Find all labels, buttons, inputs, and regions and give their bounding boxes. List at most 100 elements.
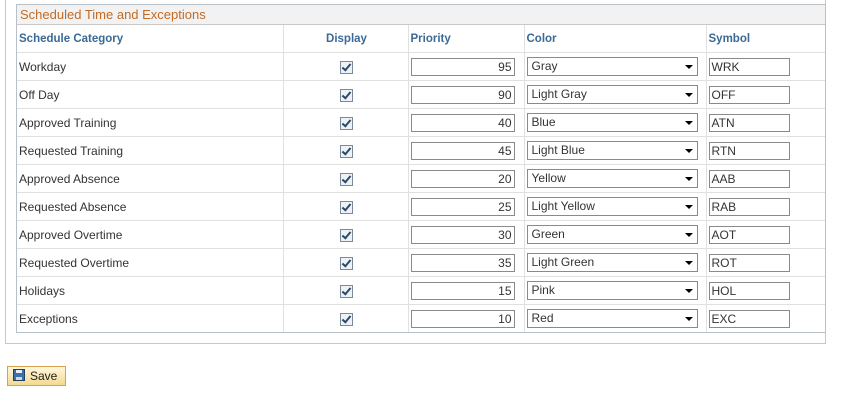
checkmark-icon bbox=[341, 117, 352, 128]
display-cell bbox=[283, 248, 409, 277]
color-select[interactable]: Light Blue bbox=[526, 141, 698, 160]
schedule-category-label: Workday bbox=[19, 59, 67, 74]
chevron-down-icon bbox=[684, 317, 693, 321]
symbol-input[interactable]: RTN bbox=[708, 141, 790, 160]
display-cell bbox=[283, 136, 409, 165]
symbol-input[interactable]: ATN bbox=[708, 113, 790, 132]
chevron-down-icon bbox=[684, 289, 693, 293]
display-cell bbox=[283, 52, 409, 81]
chevron-down-icon bbox=[684, 149, 693, 153]
table-row: Requested Training 45 Light Blue RTN bbox=[17, 136, 825, 165]
schedule-table: Schedule Category Display Priority Color… bbox=[17, 25, 825, 332]
display-checkbox[interactable] bbox=[340, 88, 353, 102]
display-checkbox[interactable] bbox=[340, 172, 353, 186]
color-select-value: Light Gray bbox=[531, 87, 587, 101]
symbol-input[interactable]: WRK bbox=[708, 57, 790, 76]
checkmark-icon bbox=[341, 61, 352, 72]
symbol-cell: AAB bbox=[706, 164, 825, 193]
display-checkbox[interactable] bbox=[340, 60, 353, 74]
header-display: Display bbox=[283, 25, 409, 53]
color-cell: Light Gray bbox=[524, 80, 707, 109]
save-button[interactable]: Save bbox=[7, 366, 66, 386]
color-select[interactable]: Light Gray bbox=[526, 85, 698, 104]
schedule-category-label: Approved Absence bbox=[19, 171, 120, 186]
color-select[interactable]: Yellow bbox=[526, 169, 698, 188]
symbol-input[interactable]: RAB bbox=[708, 197, 790, 216]
table-row: Holidays 15 Pink HOL bbox=[17, 276, 825, 305]
priority-input[interactable]: 20 bbox=[410, 169, 515, 188]
priority-cell: 10 bbox=[408, 304, 525, 332]
color-cell: Blue bbox=[524, 108, 707, 137]
checkmark-icon bbox=[341, 89, 352, 100]
table-header-row: Schedule Category Display Priority Color… bbox=[17, 25, 825, 53]
color-select-value: Red bbox=[531, 311, 554, 325]
checkmark-icon bbox=[341, 201, 352, 212]
color-select-value: Light Green bbox=[531, 255, 595, 269]
table-row: Approved Overtime 30 Green AOT bbox=[17, 220, 825, 249]
color-select-value: Light Yellow bbox=[531, 199, 595, 213]
table-row: Approved Absence 20 Yellow AAB bbox=[17, 164, 825, 193]
table-row: Requested Absence 25 Light Yellow RAB bbox=[17, 192, 825, 221]
symbol-input[interactable]: EXC bbox=[708, 309, 790, 328]
priority-input[interactable]: 10 bbox=[410, 309, 515, 328]
symbol-input[interactable]: OFF bbox=[708, 85, 790, 104]
schedule-category-cell: Requested Overtime bbox=[17, 248, 284, 277]
display-cell bbox=[283, 80, 409, 109]
symbol-cell: ATN bbox=[706, 108, 825, 137]
display-checkbox[interactable] bbox=[340, 284, 353, 298]
display-checkbox[interactable] bbox=[340, 228, 353, 242]
color-select[interactable]: Green bbox=[526, 225, 698, 244]
table-row: Exceptions 10 Red EXC bbox=[17, 304, 825, 332]
schedule-category-cell: Approved Training bbox=[17, 108, 284, 137]
priority-input[interactable]: 30 bbox=[410, 225, 515, 244]
display-checkbox[interactable] bbox=[340, 200, 353, 214]
color-select[interactable]: Light Green bbox=[526, 253, 698, 272]
chevron-down-icon bbox=[684, 205, 693, 209]
checkmark-icon bbox=[341, 285, 352, 296]
display-checkbox[interactable] bbox=[340, 144, 353, 158]
schedule-category-label: Requested Absence bbox=[19, 199, 127, 214]
schedule-category-label: Approved Overtime bbox=[19, 227, 123, 242]
display-cell bbox=[283, 276, 409, 305]
schedule-category-cell: Workday bbox=[17, 52, 284, 81]
priority-cell: 40 bbox=[408, 108, 525, 137]
color-select[interactable]: Blue bbox=[526, 113, 698, 132]
schedule-category-label: Approved Training bbox=[19, 115, 117, 130]
symbol-input[interactable]: ROT bbox=[708, 253, 790, 272]
priority-input[interactable]: 35 bbox=[410, 253, 515, 272]
display-checkbox[interactable] bbox=[340, 312, 353, 326]
symbol-input[interactable]: AAB bbox=[708, 169, 790, 188]
table-row: Requested Overtime 35 Light Green ROT bbox=[17, 248, 825, 277]
schedule-category-cell: Approved Absence bbox=[17, 164, 284, 193]
header-priority: Priority bbox=[408, 25, 525, 53]
symbol-input[interactable]: AOT bbox=[708, 225, 790, 244]
chevron-down-icon bbox=[684, 261, 693, 265]
priority-input[interactable]: 15 bbox=[410, 281, 515, 300]
color-select-value: Blue bbox=[531, 115, 556, 129]
symbol-input[interactable]: HOL bbox=[708, 281, 790, 300]
checkmark-icon bbox=[341, 313, 352, 324]
schedule-category-label: Exceptions bbox=[19, 311, 78, 326]
display-checkbox[interactable] bbox=[340, 116, 353, 130]
priority-input[interactable]: 45 bbox=[410, 141, 515, 160]
priority-input[interactable]: 95 bbox=[410, 57, 515, 76]
color-select[interactable]: Pink bbox=[526, 281, 698, 300]
color-select[interactable]: Red bbox=[526, 309, 698, 328]
symbol-cell: OFF bbox=[706, 80, 825, 109]
display-checkbox[interactable] bbox=[340, 256, 353, 270]
color-select-value: Light Blue bbox=[531, 143, 585, 157]
checkmark-icon bbox=[341, 229, 352, 240]
table-row: Approved Training 40 Blue ATN bbox=[17, 108, 825, 137]
color-select[interactable]: Gray bbox=[526, 57, 698, 76]
priority-input[interactable]: 40 bbox=[410, 113, 515, 132]
section-title: Scheduled Time and Exceptions bbox=[17, 5, 825, 25]
priority-input[interactable]: 90 bbox=[410, 85, 515, 104]
priority-cell: 35 bbox=[408, 248, 525, 277]
save-button-label: Save bbox=[30, 369, 58, 383]
priority-input[interactable]: 25 bbox=[410, 197, 515, 216]
table-row: Workday 95 Gray WRK bbox=[17, 52, 825, 81]
color-select[interactable]: Light Yellow bbox=[526, 197, 698, 216]
schedule-category-cell: Off Day bbox=[17, 80, 284, 109]
checkmark-icon bbox=[341, 173, 352, 184]
header-schedule-category: Schedule Category bbox=[17, 25, 284, 53]
